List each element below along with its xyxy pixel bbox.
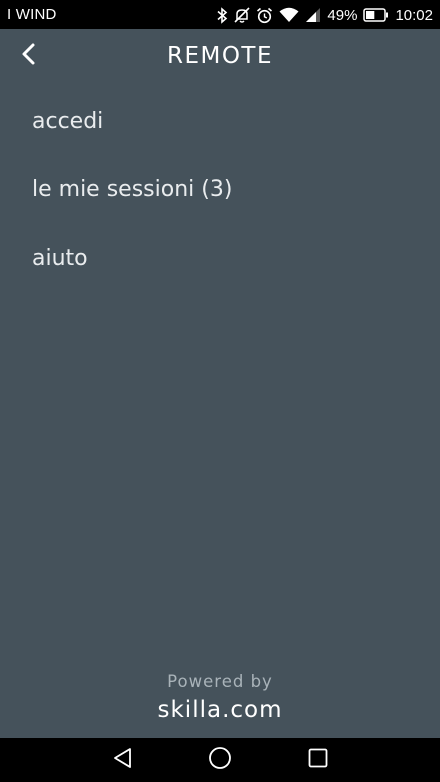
recents-square-icon — [307, 747, 329, 773]
page-title: REMOTE — [166, 43, 274, 69]
powered-by-label: Powered by — [167, 672, 273, 691]
navigation-bar — [0, 738, 440, 782]
menu-item-label: le mie sessioni (3) — [32, 177, 233, 202]
home-circle-icon — [208, 746, 232, 774]
app-header: REMOTE — [0, 29, 440, 87]
nav-recents-button[interactable] — [303, 745, 333, 775]
brand-link[interactable]: skilla.com — [0, 697, 440, 723]
signal-icon — [305, 5, 321, 25]
status-icons: 49% 10:02 — [217, 4, 433, 26]
carrier-name: I WIND — [7, 6, 57, 23]
menu-item-label: accedi — [32, 108, 104, 134]
alarm-icon — [256, 5, 273, 25]
bluetooth-icon — [217, 5, 228, 25]
nav-home-button[interactable] — [205, 745, 235, 775]
menu-item-label: aiuto — [32, 246, 88, 271]
back-triangle-icon — [112, 747, 134, 773]
main-menu: accedi le mie sessioni (3) aiuto — [0, 87, 440, 293]
clock: 10:02 — [395, 6, 433, 24]
battery-percentage: 49% — [327, 6, 358, 24]
menu-item-accedi[interactable]: accedi — [0, 87, 440, 155]
menu-item-sessions[interactable]: le mie sessioni (3) — [0, 155, 440, 224]
muted-icon — [234, 5, 250, 25]
status-bar: I WIND 49% 10:02 — [0, 0, 440, 29]
nav-back-button[interactable] — [108, 745, 138, 775]
battery-icon — [363, 5, 389, 25]
menu-item-aiuto[interactable]: aiuto — [0, 224, 440, 293]
footer: Powered by skilla.com — [0, 672, 440, 723]
wifi-icon — [279, 5, 299, 25]
